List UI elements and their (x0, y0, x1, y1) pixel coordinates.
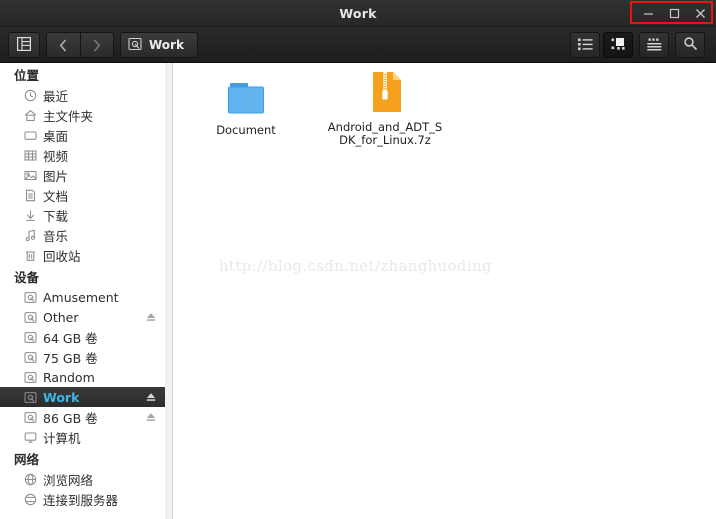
list-view-button[interactable] (570, 32, 600, 58)
close-button[interactable] (687, 2, 713, 24)
sidebar-item-最近[interactable]: 最近 (0, 85, 165, 105)
compact-view-button[interactable] (639, 32, 669, 58)
forward-button[interactable] (79, 33, 113, 57)
archive-icon (325, 68, 445, 116)
sidebar-item-label: 64 GB 卷 (43, 330, 98, 346)
maximize-button[interactable] (661, 2, 687, 24)
sidebar-item-64-gb-卷[interactable]: 64 GB 卷 (0, 327, 165, 347)
sidebar-item-label: 75 GB 卷 (43, 350, 98, 366)
sidebar-item-label: 回收站 (43, 248, 81, 264)
eject-icon[interactable] (145, 391, 157, 406)
icon-view-button[interactable] (603, 32, 633, 58)
watermark-text: http://blog.csdn.net/zhanghuoding (219, 259, 492, 275)
sidebar-item-work[interactable]: Work (0, 387, 165, 407)
drive-icon (22, 330, 38, 344)
eject-icon[interactable] (145, 411, 157, 426)
window-title: Work (339, 6, 377, 21)
file-manager-window: Work Work 位置 最近 主文件夹 桌面 视频 图片 文档 下载 音乐 回… (0, 0, 716, 519)
sidebar-list: 位置 最近主文件夹桌面视频图片文档下载音乐回收站 设备 Amusement Other 6… (0, 63, 165, 509)
sidebar-item-label: 桌面 (43, 128, 69, 144)
file-name: Android_and_ADT_SDK_for_Linux.7z (327, 120, 443, 147)
clock-icon (22, 88, 38, 102)
document-icon (22, 188, 38, 202)
home-icon (22, 108, 38, 122)
sidebar-item-random[interactable]: Random (0, 367, 165, 387)
sidebar-item-label: Amusement (43, 289, 119, 305)
minimize-button[interactable] (635, 2, 661, 24)
drive-icon (22, 290, 38, 304)
file-list-area[interactable]: Document Android_and_ADT_SDK_for_Linux.7… (174, 63, 716, 519)
sidebar-item-label: Random (43, 369, 95, 385)
path-breadcrumb-button[interactable]: Work (120, 32, 198, 58)
sidebar-item-label: 主文件夹 (43, 108, 94, 124)
sidebar-item-音乐[interactable]: 音乐 (0, 225, 165, 245)
network-icon (22, 472, 38, 486)
sidebar-toggle-icon (17, 36, 32, 55)
sidebar-item-浏览网络[interactable]: 浏览网络 (0, 469, 165, 489)
sidebar-item-86-gb-卷[interactable]: 86 GB 卷 (0, 407, 165, 427)
music-icon (22, 228, 38, 242)
sidebar-item-图片[interactable]: 图片 (0, 165, 165, 185)
icon-view-icon (611, 36, 626, 55)
file-item-folder[interactable]: Document (186, 71, 306, 137)
sidebar-item-主文件夹[interactable]: 主文件夹 (0, 105, 165, 125)
window-controls (635, 1, 713, 25)
sidebar-item-label: Work (43, 389, 80, 405)
sidebar-item-label: Other (43, 309, 79, 325)
sidebar-section-header: 设备 (14, 270, 40, 285)
sidebar-item-label: 音乐 (43, 228, 69, 244)
sidebar-item-连接到服务器[interactable]: 连接到服务器 (0, 489, 165, 509)
sidebar-item-label: 视频 (43, 148, 69, 164)
sidebar-item-视频[interactable]: 视频 (0, 145, 165, 165)
drive-icon (22, 370, 38, 384)
sidebar: 位置 最近主文件夹桌面视频图片文档下载音乐回收站 设备 Amusement Other 6… (0, 63, 173, 519)
sidebar-item-label: 连接到服务器 (43, 492, 119, 508)
picture-icon (22, 168, 38, 182)
connect-icon (22, 492, 38, 506)
sidebar-item-label: 最近 (43, 88, 69, 104)
sidebar-item-label: 计算机 (43, 430, 81, 446)
drive-icon (128, 36, 142, 55)
toolbar: Work (0, 27, 716, 63)
sidebar-item-label: 文档 (43, 188, 69, 204)
drive-icon (22, 310, 38, 324)
sidebar-item-label: 图片 (43, 168, 69, 184)
sidebar-item-other[interactable]: Other (0, 307, 165, 327)
sidebar-item-label: 86 GB 卷 (43, 410, 98, 426)
video-icon (22, 148, 38, 162)
sidebar-item-label: 下载 (43, 208, 69, 224)
drive-icon (22, 390, 38, 404)
path-label: Work (149, 38, 184, 52)
list-view-icon (577, 36, 593, 55)
sidebar-toggle-button[interactable] (8, 32, 40, 58)
sidebar-item-回收站[interactable]: 回收站 (0, 245, 165, 265)
sidebar-item-下载[interactable]: 下载 (0, 205, 165, 225)
title-bar: Work (0, 0, 716, 27)
desktop-icon (22, 128, 38, 142)
drive-icon (22, 350, 38, 364)
compact-view-icon (646, 36, 662, 55)
eject-icon[interactable] (145, 311, 157, 326)
folder-icon (186, 71, 306, 119)
sidebar-item-label: 浏览网络 (43, 472, 94, 488)
sidebar-item-文档[interactable]: 文档 (0, 185, 165, 205)
sidebar-item-amusement[interactable]: Amusement (0, 287, 165, 307)
sidebar-item-计算机[interactable]: 计算机 (0, 427, 165, 447)
sidebar-item-75-gb-卷[interactable]: 75 GB 卷 (0, 347, 165, 367)
navigation-buttons (46, 32, 114, 58)
drive-icon (22, 410, 38, 424)
sidebar-scrollbar-track[interactable] (165, 63, 172, 519)
search-icon (683, 36, 698, 55)
trash-icon (22, 248, 38, 262)
search-button[interactable] (675, 32, 705, 58)
sidebar-section-header: 位置 (14, 68, 40, 83)
sidebar-item-桌面[interactable]: 桌面 (0, 125, 165, 145)
file-item-archive[interactable]: Android_and_ADT_SDK_for_Linux.7z (325, 68, 445, 147)
sidebar-section-header: 网络 (14, 452, 40, 467)
download-icon (22, 208, 38, 222)
file-name: Document (216, 123, 276, 137)
back-button[interactable] (47, 33, 80, 57)
computer-icon (22, 430, 38, 444)
